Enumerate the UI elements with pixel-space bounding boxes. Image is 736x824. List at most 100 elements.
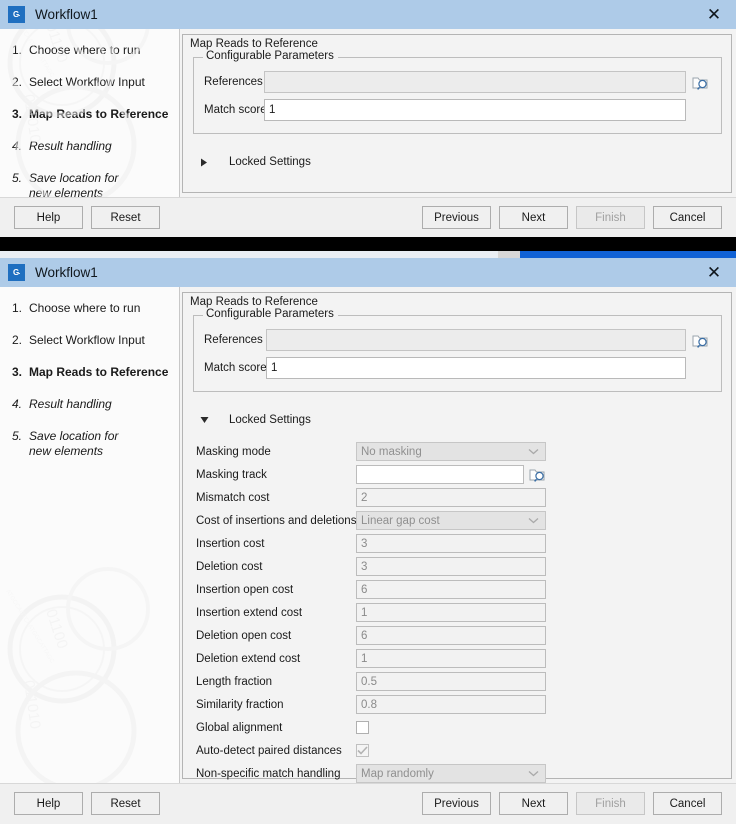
window-title: Workflow1 xyxy=(35,265,98,280)
match-score-input[interactable]: 1 xyxy=(266,357,686,379)
match-score-input[interactable]: 1 xyxy=(264,99,686,121)
step-number: 4. xyxy=(12,139,29,154)
taskbar-strip-active xyxy=(520,251,736,258)
taskbar-strip-left xyxy=(0,251,498,258)
locked-settings-toggle-top[interactable]: Locked Settings xyxy=(196,156,731,168)
sidebar-item-label: Select Workflow Input xyxy=(29,75,145,90)
sidebar-item-label: Choose where to run xyxy=(29,43,140,58)
svg-text:ATGCCAGTCAATGGCATTAGC: ATGCCAGTCAATGGCATTAGC xyxy=(4,589,55,665)
sidebar-item-save-location[interactable]: 5. Save location for new elements xyxy=(0,429,145,459)
step-number: 5. xyxy=(12,429,29,459)
finish-button: Finish xyxy=(576,792,645,815)
title-bar-bottom[interactable]: G. Workflow1 ✕ xyxy=(0,258,736,287)
sidebar-item-save-location[interactable]: 5. Save location for new elements xyxy=(0,171,145,197)
cancel-button[interactable]: Cancel xyxy=(653,792,722,815)
mismatch-cost-input[interactable]: 2 xyxy=(356,488,546,507)
parameter-label: Masking track xyxy=(196,469,356,481)
folder-search-icon[interactable] xyxy=(691,72,711,92)
references-row: References xyxy=(204,71,711,93)
next-button[interactable]: Next xyxy=(499,206,568,229)
sidebar-item-result-handling[interactable]: 4. Result handling xyxy=(0,397,179,412)
auto-detect-paired-distances-checkbox[interactable] xyxy=(356,744,369,757)
desktop-black-band xyxy=(0,237,736,251)
parameter-control: 2 xyxy=(356,488,546,507)
insertion-cost-input[interactable]: 3 xyxy=(356,534,546,553)
deletion-cost-input[interactable]: 3 xyxy=(356,557,546,576)
sidebar-item-label: Choose where to run xyxy=(29,301,140,316)
masking-mode-select[interactable]: No masking xyxy=(356,442,546,461)
sidebar-item-select-workflow-input[interactable]: 2. Select Workflow Input xyxy=(0,75,179,90)
main-panel-bottom: Map Reads to Reference Configurable Para… xyxy=(180,287,736,783)
folder-search-icon[interactable] xyxy=(528,465,548,485)
length-fraction-input[interactable]: 0.5 xyxy=(356,672,546,691)
chevron-right-icon[interactable] xyxy=(196,158,218,167)
deletion-extend-cost-input[interactable]: 1 xyxy=(356,649,546,668)
chevron-down-icon[interactable] xyxy=(528,769,541,779)
sidebar-item-choose-where-to-run[interactable]: 1. Choose where to run xyxy=(0,301,179,316)
parameter-row-mismatch-cost: Mismatch cost2 xyxy=(196,486,731,509)
references-row: References xyxy=(204,329,711,351)
insertion-open-cost-input[interactable]: 6 xyxy=(356,580,546,599)
masking-track-input[interactable] xyxy=(356,465,524,484)
select-value: Linear gap cost xyxy=(361,515,440,527)
parameter-control xyxy=(356,744,369,757)
desktop: G. Workflow1 ✕ 01100 011010 ATGCCAGTCAAT… xyxy=(0,0,736,824)
close-icon[interactable]: ✕ xyxy=(692,0,736,29)
parameter-control: 3 xyxy=(356,557,546,576)
reset-button[interactable]: Reset xyxy=(91,206,160,229)
parameter-row-non-specific-match-handling: Non-specific match handlingMap randomly xyxy=(196,762,731,785)
global-alignment-checkbox[interactable] xyxy=(356,721,369,734)
parameter-row-global-alignment: Global alignment xyxy=(196,716,731,739)
step-panel-bottom: Map Reads to Reference Configurable Para… xyxy=(182,292,732,779)
previous-button[interactable]: Previous xyxy=(422,206,491,229)
group-legend: Configurable Parameters xyxy=(203,308,338,320)
parameter-control: No masking xyxy=(356,442,546,461)
parameter-control: 1 xyxy=(356,603,546,622)
references-input[interactable] xyxy=(264,71,686,93)
cost-of-insertions-and-deletions-select[interactable]: Linear gap cost xyxy=(356,511,546,530)
sidebar-item-label: Save location for new elements xyxy=(29,429,137,459)
chevron-down-icon[interactable] xyxy=(528,516,541,526)
match-score-label: Match score xyxy=(204,104,264,116)
previous-button[interactable]: Previous xyxy=(422,792,491,815)
sidebar-item-map-reads-to-reference[interactable]: 3. Map Reads to Reference xyxy=(0,365,179,380)
sidebar-item-map-reads-to-reference[interactable]: 3. Map Reads to Reference xyxy=(0,107,179,122)
references-input[interactable] xyxy=(266,329,686,351)
parameter-label: Cost of insertions and deletions xyxy=(196,515,356,527)
parameter-row-cost-of-insertions-and-deletions: Cost of insertions and deletions Linear g… xyxy=(196,509,731,532)
sidebar-item-label: Map Reads to Reference xyxy=(29,365,168,380)
locked-settings-toggle-bottom[interactable]: Locked Settings xyxy=(196,414,731,426)
reset-button[interactable]: Reset xyxy=(91,792,160,815)
deletion-open-cost-input[interactable]: 6 xyxy=(356,626,546,645)
cancel-button[interactable]: Cancel xyxy=(653,206,722,229)
locked-settings-label: Locked Settings xyxy=(218,156,311,168)
close-icon[interactable]: ✕ xyxy=(692,258,736,287)
title-bar-top[interactable]: G. Workflow1 ✕ xyxy=(0,0,736,29)
insertion-extend-cost-input[interactable]: 1 xyxy=(356,603,546,622)
help-button[interactable]: Help xyxy=(14,792,83,815)
clc-workbench-icon: G. xyxy=(8,6,25,23)
parameter-label: Length fraction xyxy=(196,676,356,688)
chevron-down-icon[interactable] xyxy=(196,416,218,424)
non-specific-match-handling-select[interactable]: Map randomly xyxy=(356,764,546,783)
parameter-row-insertion-cost: Insertion cost3 xyxy=(196,532,731,555)
chevron-down-icon[interactable] xyxy=(528,447,541,457)
parameter-control: 0.8 xyxy=(356,695,546,714)
parameter-row-deletion-open-cost: Deletion open cost6 xyxy=(196,624,731,647)
parameter-label: Deletion open cost xyxy=(196,630,356,642)
sidebar-item-result-handling[interactable]: 4. Result handling xyxy=(0,139,179,154)
sidebar-item-label: Save location for new elements xyxy=(29,171,137,197)
main-panel-top: Map Reads to Reference Configurable Para… xyxy=(180,29,736,197)
parameter-row-deletion-extend-cost: Deletion extend cost1 xyxy=(196,647,731,670)
parameter-control xyxy=(356,721,369,734)
configurable-parameters-group-top: Configurable Parameters References xyxy=(193,57,722,134)
parameter-label: Auto-detect paired distances xyxy=(196,745,356,757)
similarity-fraction-input[interactable]: 0.8 xyxy=(356,695,546,714)
parameter-row-insertion-extend-cost: Insertion extend cost1 xyxy=(196,601,731,624)
match-score-row: Match score 1 xyxy=(204,99,711,121)
next-button[interactable]: Next xyxy=(499,792,568,815)
folder-search-icon[interactable] xyxy=(691,330,711,350)
sidebar-item-select-workflow-input[interactable]: 2. Select Workflow Input xyxy=(0,333,179,348)
sidebar-item-choose-where-to-run[interactable]: 1. Choose where to run xyxy=(0,43,179,58)
help-button[interactable]: Help xyxy=(14,206,83,229)
